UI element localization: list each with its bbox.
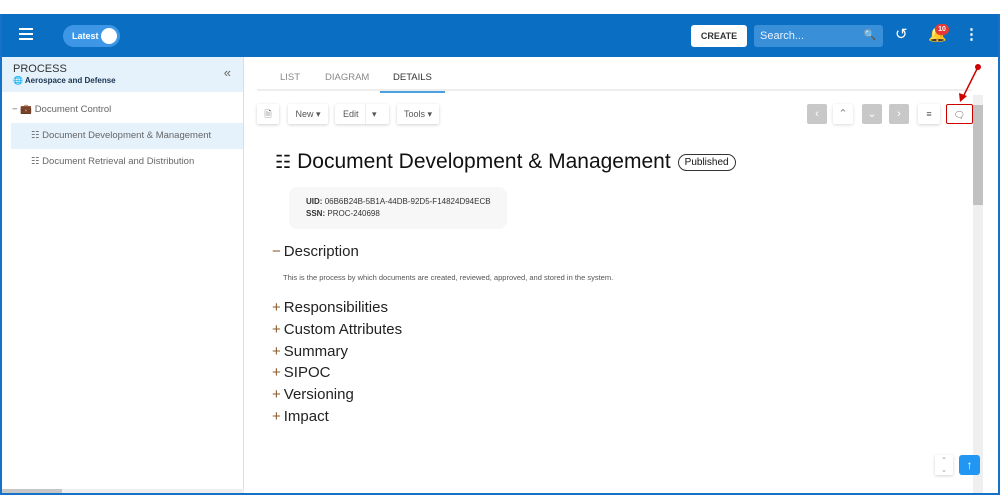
- search-input[interactable]: Search... 🔍: [754, 25, 883, 47]
- add-list-button[interactable]: ≡: [918, 104, 940, 124]
- up-button[interactable]: ⌃: [833, 104, 853, 124]
- collapse-icon[interactable]: −: [12, 104, 18, 115]
- ssn-value: PROC-240698: [327, 209, 380, 218]
- section-title: Summary: [283, 343, 348, 360]
- sidebar-header: PROCESS 🌐 Aerospace and Defense «: [2, 57, 243, 92]
- edit-split-button[interactable]: Edit ▾: [335, 104, 389, 124]
- next-button[interactable]: ›: [889, 104, 909, 124]
- section-versioning[interactable]: + Versioning: [272, 386, 354, 403]
- plus-icon[interactable]: +: [272, 299, 281, 316]
- plus-icon[interactable]: +: [272, 386, 281, 403]
- section-title: Responsibilities: [283, 299, 388, 316]
- tree-item-document-retrieval[interactable]: ☷ Document Retrieval and Distribution: [2, 149, 243, 175]
- section-summary[interactable]: + Summary: [272, 343, 348, 360]
- create-button[interactable]: CREATE: [691, 25, 747, 47]
- latest-toggle[interactable]: Latest: [63, 25, 120, 47]
- edit-dropdown-icon[interactable]: ▾: [372, 104, 377, 124]
- expand-collapse-all-button[interactable]: ⌃ ⌄: [935, 455, 953, 475]
- search-placeholder: Search...: [760, 30, 805, 42]
- section-title: Custom Attributes: [283, 321, 403, 338]
- sidebar: PROCESS 🌐 Aerospace and Defense « − 💼 Do…: [2, 57, 244, 493]
- pdf-export-button[interactable]: 🗎: [257, 104, 279, 124]
- toggle-label: Latest: [72, 31, 99, 41]
- search-icon[interactable]: 🔍: [864, 25, 876, 47]
- edit-label: Edit: [343, 109, 359, 119]
- scroll-to-top-button[interactable]: ↑: [959, 455, 980, 475]
- uid-label: UID:: [306, 197, 323, 206]
- app-window: Latest CREATE Search...🔍 ↺ 🔔 10 ⋮ PROCES…: [0, 14, 1000, 495]
- tree-item-label: Document Development & Management: [42, 130, 212, 141]
- section-responsibilities[interactable]: + Responsibilities: [272, 299, 388, 316]
- ssn-label: SSN:: [306, 209, 326, 218]
- menu-icon[interactable]: [19, 28, 33, 40]
- briefcase-icon: 💼: [20, 104, 33, 115]
- document-icon: 🗎: [264, 109, 272, 119]
- tab-details[interactable]: DETAILS: [380, 72, 445, 93]
- down-button[interactable]: ⌄: [862, 104, 882, 124]
- tree-item-document-control[interactable]: − 💼 Document Control: [2, 97, 243, 123]
- tab-diagram[interactable]: DIAGRAM: [325, 72, 369, 83]
- tree-item-document-development[interactable]: ☷ Document Development & Management: [11, 123, 243, 149]
- section-title: Versioning: [283, 386, 354, 403]
- minus-icon[interactable]: −: [272, 243, 281, 260]
- tree-item-label: Document Control: [34, 104, 112, 115]
- comments-icon: 🗨: [953, 110, 966, 120]
- toggle-knob: [101, 28, 117, 44]
- identifier-box: UID: 06B6B24B-5B1A-44DB-92D5-F14824D94EC…: [289, 187, 507, 229]
- status-badge: Published: [677, 153, 736, 171]
- content-scrollbar[interactable]: [973, 95, 983, 493]
- tab-list[interactable]: LIST: [280, 72, 300, 83]
- uid-value: 06B6B24B-5B1A-44DB-92D5-F14824D94ECB: [324, 197, 491, 206]
- process-icon: ☷: [31, 156, 40, 167]
- plus-icon[interactable]: +: [272, 408, 281, 425]
- new-label: New: [295, 109, 314, 119]
- comments-button[interactable]: 🗨: [946, 104, 973, 124]
- tab-bar: LIST DIAGRAM DETAILS: [257, 57, 972, 93]
- section-custom-attributes[interactable]: + Custom Attributes: [272, 321, 402, 338]
- process-icon: ☷: [31, 130, 40, 141]
- section-impact[interactable]: + Impact: [272, 408, 329, 425]
- plus-icon[interactable]: +: [272, 343, 281, 360]
- main-panel: LIST DIAGRAM DETAILS 🗎 New ▾ Edit ▾ Tools…: [245, 57, 998, 493]
- tree-item-label: Document Retrieval and Distribution: [42, 156, 195, 167]
- plus-icon[interactable]: +: [272, 321, 281, 338]
- globe-icon: 🌐: [13, 76, 23, 85]
- history-icon[interactable]: ↺: [895, 25, 908, 45]
- page-title: ☷ Document Development & Management Publis…: [275, 150, 736, 174]
- previous-button[interactable]: ‹: [807, 104, 827, 124]
- playlist-add-icon: ≡: [926, 109, 932, 119]
- section-sipoc[interactable]: + SIPOC: [272, 364, 330, 381]
- sidebar-scrollbar[interactable]: [2, 489, 244, 493]
- section-title: Description: [283, 243, 359, 260]
- tools-label: Tools: [403, 109, 425, 119]
- section-title: SIPOC: [283, 364, 331, 381]
- sidebar-subtitle: Aerospace and Defense: [24, 76, 116, 85]
- description-text: This is the process by which documents a…: [283, 273, 614, 282]
- plus-icon[interactable]: +: [272, 364, 281, 381]
- section-description[interactable]: − Description: [272, 243, 359, 260]
- section-title: Impact: [283, 408, 329, 425]
- process-icon: ☷: [275, 151, 292, 172]
- title-text: Document Development & Management: [297, 150, 671, 173]
- sidebar-title: PROCESS: [13, 63, 67, 75]
- new-dropdown[interactable]: New ▾: [288, 104, 328, 124]
- top-header: Latest CREATE Search...🔍 ↺ 🔔 10 ⋮: [2, 14, 998, 57]
- tools-dropdown[interactable]: Tools ▾: [397, 104, 439, 124]
- notification-badge: 10: [935, 24, 949, 35]
- more-icon[interactable]: ⋮: [964, 25, 979, 45]
- collapse-sidebar-icon[interactable]: «: [224, 65, 231, 80]
